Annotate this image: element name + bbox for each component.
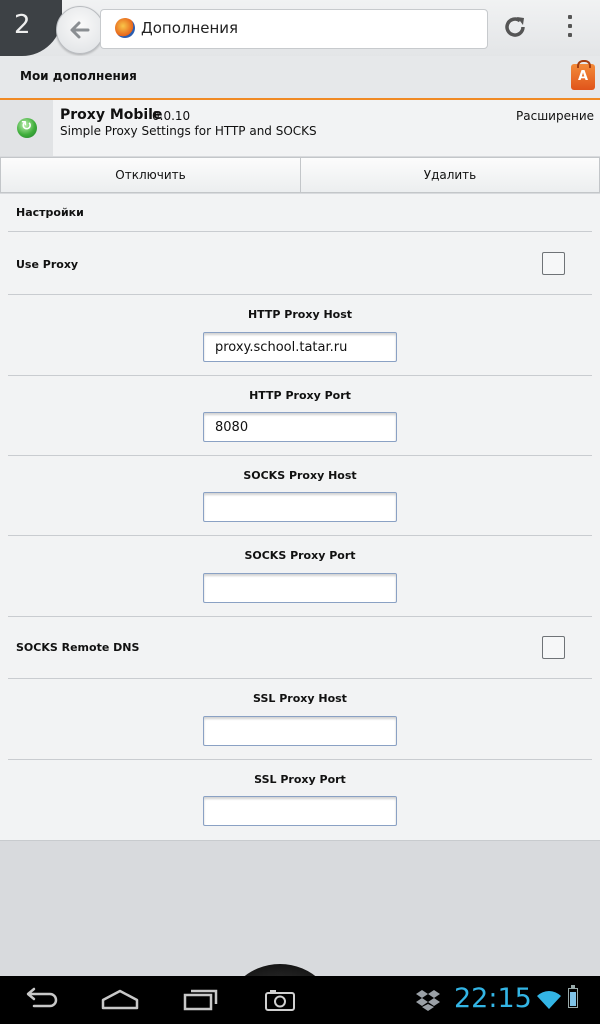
- back-arrow-icon: [70, 21, 90, 39]
- http-proxy-host-input[interactable]: [203, 332, 397, 362]
- shopping-bag-icon[interactable]: A: [571, 60, 595, 90]
- settings-panel: Настройки Use Proxy HTTP Proxy Host HTTP…: [0, 194, 600, 841]
- use-proxy-label: Use Proxy: [16, 258, 79, 271]
- clock: 22:15: [454, 983, 532, 1014]
- browser-toolbar: 2 Дополнения: [0, 0, 600, 56]
- http-proxy-host-label: HTTP Proxy Host: [247, 308, 353, 321]
- addon-row[interactable]: Proxy Mobile 0.0.10 Simple Proxy Setting…: [0, 100, 600, 156]
- divider: [8, 294, 592, 295]
- addon-description: Simple Proxy Settings for HTTP and SOCKS: [60, 124, 317, 138]
- ssl-proxy-host-input[interactable]: [203, 716, 397, 746]
- divider: [8, 759, 592, 760]
- firefox-icon: [115, 18, 135, 38]
- ssl-proxy-host-label: SSL Proxy Host: [253, 692, 347, 705]
- back-button[interactable]: [56, 6, 104, 54]
- use-proxy-checkbox[interactable]: [542, 252, 565, 275]
- tabs-count: 2: [14, 10, 31, 40]
- camera-icon[interactable]: [264, 988, 296, 1012]
- socks-remote-dns-label: SOCKS Remote DNS: [16, 641, 140, 654]
- socks-proxy-port-label: SOCKS Proxy Port: [244, 549, 356, 562]
- tabs-counter-button[interactable]: 2: [0, 0, 62, 56]
- shopping-bag-letter: A: [578, 69, 589, 84]
- socks-proxy-port-input[interactable]: [203, 573, 397, 603]
- back-icon[interactable]: [22, 986, 60, 1012]
- dropbox-icon: [416, 990, 440, 1011]
- addon-actions: Отключить Удалить: [0, 157, 600, 193]
- home-icon[interactable]: [100, 986, 140, 1012]
- addon-version: 0.0.10: [152, 109, 191, 123]
- divider: [8, 616, 592, 617]
- recent-apps-icon[interactable]: [182, 986, 220, 1012]
- divider: [8, 455, 592, 456]
- url-bar[interactable]: Дополнения: [100, 9, 488, 49]
- reload-icon[interactable]: [502, 14, 528, 40]
- wifi-icon: [537, 991, 561, 1009]
- page-title: Мои дополнения: [20, 69, 137, 83]
- addon-type: Расширение: [516, 109, 594, 123]
- remove-button[interactable]: Удалить: [300, 157, 600, 193]
- socks-proxy-host-input[interactable]: [203, 492, 397, 522]
- settings-title: Настройки: [16, 206, 84, 219]
- divider: [8, 375, 592, 376]
- battery-icon: [568, 985, 578, 1008]
- divider: [8, 678, 592, 679]
- overflow-menu-icon[interactable]: [562, 15, 578, 41]
- ssl-proxy-port-input[interactable]: [203, 796, 397, 826]
- url-title: Дополнения: [141, 19, 239, 37]
- http-proxy-port-label: HTTP Proxy Port: [249, 389, 351, 402]
- addon-icon-box: [0, 100, 53, 156]
- disable-button[interactable]: Отключить: [0, 157, 301, 193]
- socks-proxy-host-label: SOCKS Proxy Host: [243, 469, 357, 482]
- divider: [8, 231, 592, 232]
- divider: [8, 535, 592, 536]
- system-navbar: 22:15: [0, 976, 600, 1024]
- ssl-proxy-port-label: SSL Proxy Port: [254, 773, 346, 786]
- socks-remote-dns-checkbox[interactable]: [542, 636, 565, 659]
- page-header: Мои дополнения A: [0, 56, 600, 100]
- http-proxy-port-input[interactable]: [203, 412, 397, 442]
- addon-name: Proxy Mobile: [60, 107, 163, 123]
- proxy-addon-icon: [17, 118, 37, 138]
